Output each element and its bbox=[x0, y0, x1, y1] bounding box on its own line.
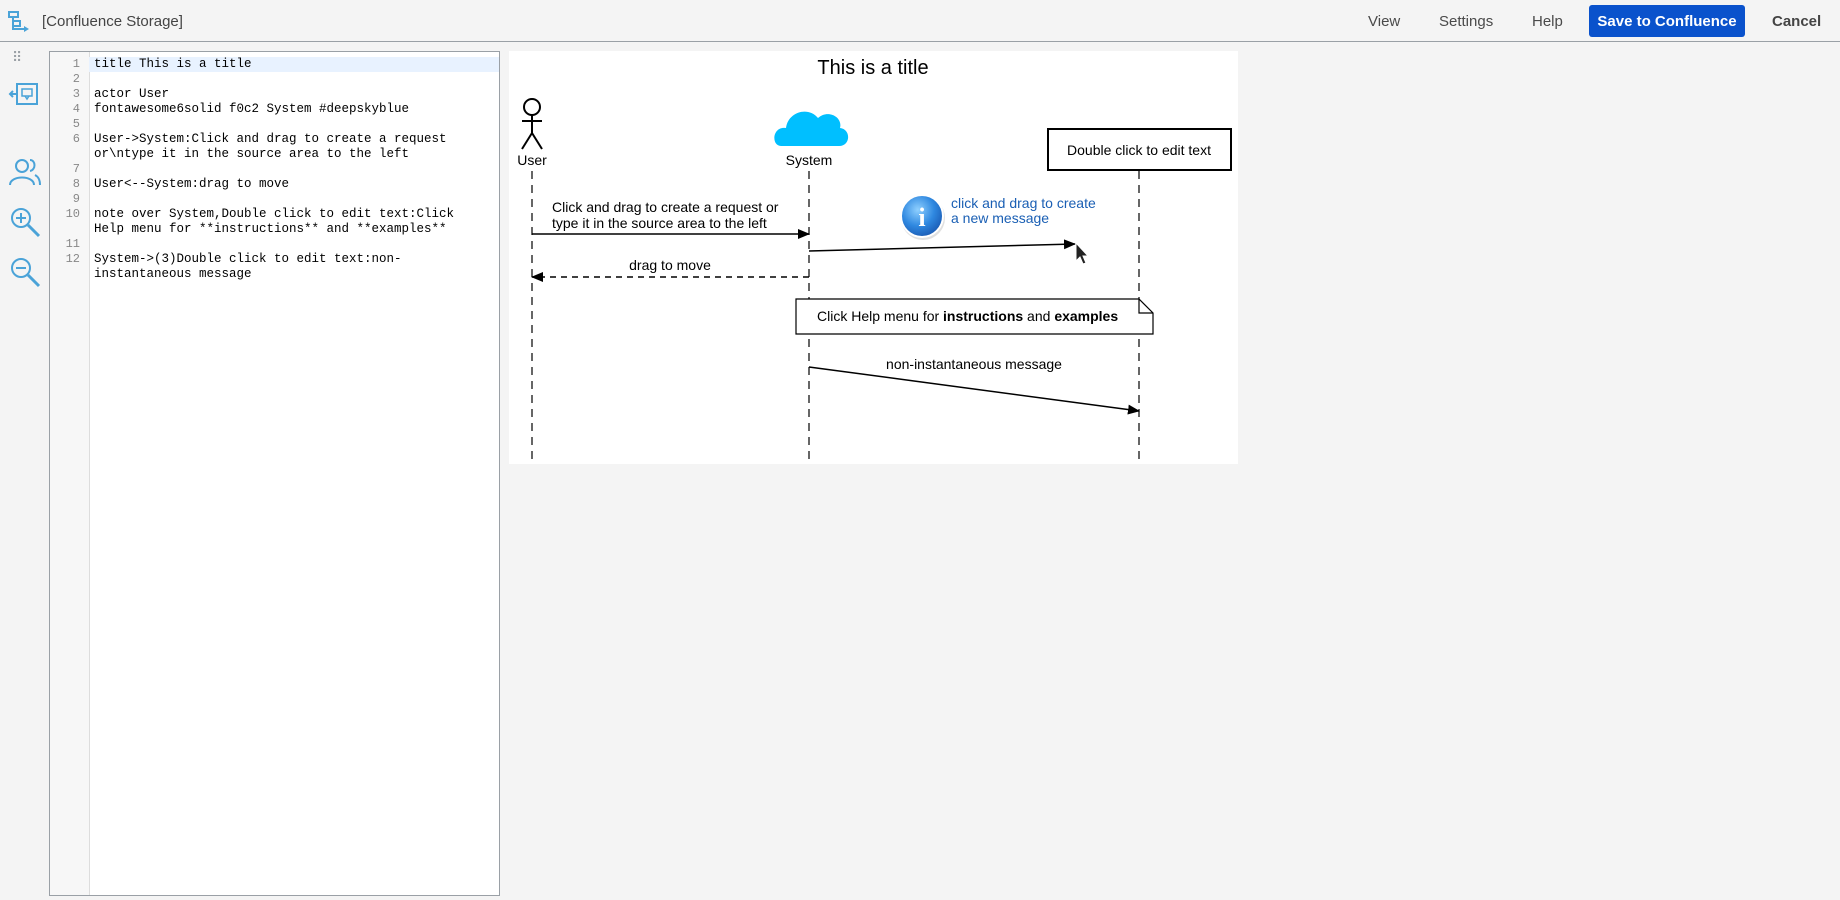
actor-user[interactable]: User bbox=[517, 98, 547, 168]
hint-arrow bbox=[808, 239, 1076, 252]
app-logo-icon bbox=[8, 11, 29, 32]
message-label-line2: type it in the source area to the left bbox=[552, 215, 767, 231]
diagram-title[interactable]: This is a title bbox=[817, 57, 928, 79]
new-message-hint[interactable]: i click and drag to create a new message bbox=[808, 194, 1096, 265]
note-text-middle: and bbox=[1023, 308, 1054, 324]
actor-head bbox=[523, 98, 541, 116]
line-number: 9 bbox=[72, 192, 80, 206]
code-text: or\ntype it in the source area to the le… bbox=[94, 147, 410, 161]
code-line[interactable]: System->(3)Double click to edit text:non… bbox=[89, 252, 499, 267]
diagram-preview[interactable]: This is a title User System Double click… bbox=[509, 51, 1238, 464]
code-text: User->System:Click and drag to create a … bbox=[94, 132, 447, 146]
message-label-line1: Click and drag to create a request or bbox=[552, 199, 779, 215]
actor-leg-left bbox=[521, 132, 533, 150]
line-number: 3 bbox=[72, 87, 80, 101]
line-number: 8 bbox=[72, 177, 80, 191]
line-number: 10 bbox=[65, 207, 80, 221]
code-line[interactable]: Help menu for **instructions** and **exa… bbox=[89, 222, 499, 237]
code-text: actor User bbox=[94, 87, 170, 101]
code-line[interactable] bbox=[89, 117, 499, 132]
code-text: User<--System:drag to move bbox=[94, 177, 290, 191]
insert-message-icon[interactable] bbox=[8, 79, 42, 113]
participant-system[interactable]: System bbox=[774, 111, 849, 168]
mouse-cursor-icon bbox=[1075, 241, 1090, 265]
settings-menu[interactable]: Settings bbox=[1439, 13, 1493, 30]
code-text: title This is a title bbox=[94, 57, 252, 71]
cloud-icon bbox=[774, 111, 849, 146]
message-return[interactable]: drag to move bbox=[531, 257, 809, 282]
code-line[interactable]: actor User bbox=[89, 87, 499, 102]
code-line[interactable] bbox=[89, 192, 499, 207]
code-text: instantaneous message bbox=[94, 267, 252, 281]
code-text: Help menu for **instructions** and **exa… bbox=[94, 222, 447, 236]
line-number: 5 bbox=[72, 117, 80, 131]
code-line[interactable]: instantaneous message bbox=[89, 267, 499, 282]
code-line[interactable]: title This is a title bbox=[89, 57, 499, 72]
message-arrow bbox=[808, 366, 1140, 415]
source-editor[interactable]: 1 2 3 4 5 6 7 8 9 10 11 12 title This is… bbox=[49, 51, 500, 896]
code-line[interactable]: note over System,Double click to edit te… bbox=[89, 207, 499, 222]
line-number: 11 bbox=[65, 237, 80, 251]
code-text: note over System,Double click to edit te… bbox=[94, 207, 455, 221]
code-line[interactable]: fontawesome6solid f0c2 System #deepskybl… bbox=[89, 102, 499, 117]
line-number-gutter: 1 2 3 4 5 6 7 8 9 10 11 12 bbox=[50, 52, 90, 895]
info-icon-glyph: i bbox=[918, 203, 925, 232]
zoom-in-icon[interactable] bbox=[8, 205, 42, 239]
code-line[interactable] bbox=[89, 237, 499, 252]
save-to-confluence-button[interactable]: Save to Confluence bbox=[1589, 5, 1745, 37]
message-label: drag to move bbox=[629, 257, 711, 273]
line-number: 4 bbox=[72, 102, 80, 116]
note-text-bold-1: instructions bbox=[943, 308, 1023, 324]
line-number: 1 bbox=[72, 57, 80, 71]
participant-system-label: System bbox=[786, 152, 833, 168]
line-number: 12 bbox=[65, 252, 80, 266]
top-bar: [Confluence Storage] View Settings Help … bbox=[0, 0, 1840, 42]
message-label: non-instantaneous message bbox=[886, 356, 1062, 372]
code-text: System->(3)Double click to edit text:non… bbox=[94, 252, 402, 266]
code-area[interactable]: title This is a title actor User fontawe… bbox=[89, 52, 499, 895]
participants-icon[interactable] bbox=[8, 155, 42, 189]
cancel-button[interactable]: Cancel bbox=[1772, 13, 1821, 30]
message-request[interactable]: Click and drag to create a request or ty… bbox=[532, 199, 810, 239]
line-number: 2 bbox=[72, 72, 80, 86]
zoom-out-icon[interactable] bbox=[8, 255, 42, 289]
note-text: Click Help menu for instructions and exa… bbox=[817, 308, 1118, 324]
line-number: 6 bbox=[72, 132, 80, 146]
note-text-bold-2: examples bbox=[1054, 308, 1118, 324]
hint-text-line1: click and drag to create bbox=[951, 195, 1096, 211]
app-title: [Confluence Storage] bbox=[42, 13, 183, 30]
participant-user-label: User bbox=[517, 152, 547, 168]
participant-box-label: Double click to edit text bbox=[1067, 142, 1211, 158]
hint-text-line2: a new message bbox=[951, 210, 1049, 226]
code-line[interactable] bbox=[89, 72, 499, 87]
note-text-prefix: Click Help menu for bbox=[817, 308, 943, 324]
help-menu[interactable]: Help bbox=[1532, 13, 1563, 30]
code-line[interactable]: User<--System:drag to move bbox=[89, 177, 499, 192]
code-text: fontawesome6solid f0c2 System #deepskybl… bbox=[94, 102, 410, 116]
code-line[interactable]: User->System:Click and drag to create a … bbox=[89, 132, 499, 147]
note-help[interactable]: Click Help menu for instructions and exa… bbox=[795, 298, 1154, 335]
line-number: 7 bbox=[72, 162, 80, 176]
code-line[interactable] bbox=[89, 162, 499, 177]
actor-leg-right bbox=[531, 132, 543, 150]
view-menu[interactable]: View bbox=[1368, 13, 1400, 30]
code-line[interactable]: or\ntype it in the source area to the le… bbox=[89, 147, 499, 162]
message-non-instantaneous[interactable]: non-instantaneous message bbox=[808, 356, 1140, 415]
drag-handle-icon[interactable]: ⠿ bbox=[12, 49, 24, 65]
participant-box[interactable]: Double click to edit text bbox=[1047, 128, 1232, 171]
